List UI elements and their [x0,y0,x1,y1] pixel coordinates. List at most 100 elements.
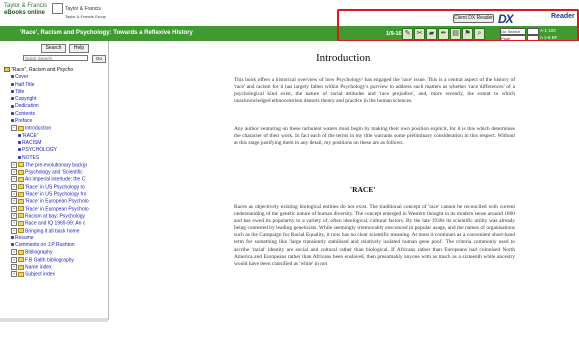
toc-item-label: RACISM [22,139,42,146]
publisher-line2: Taylor & Francis Group [65,14,106,19]
search-go-button[interactable] [527,28,539,35]
toc-item-label: Race and IQ 1969-99: An c [25,220,86,227]
toc-item[interactable]: + 'Race' in US Psychology to [4,183,106,191]
toc-item[interactable]: Dedication [4,103,106,110]
book-icon [4,67,10,73]
toc-item-label: Half Title [15,81,35,88]
help-button[interactable]: Help [69,44,89,53]
scissors-icon[interactable]: ✂ [414,28,425,40]
expand-icon[interactable]: + [11,191,17,198]
search-button[interactable]: Search [41,44,66,53]
toc-item-label: 'Race' in European Psycholo [25,198,89,205]
toc-item[interactable]: + 'Race' in European Psycholo [4,198,106,205]
expand-icon[interactable]: + [11,271,17,278]
folder-icon [18,169,24,175]
expand-icon[interactable]: + [11,176,17,183]
pencil-icon[interactable]: ✎ [402,28,413,40]
toc-item-label: Psychology and 'Scientific [25,169,83,176]
collapse-icon[interactable]: − [11,125,17,132]
expand-icon[interactable]: + [11,227,17,234]
folder-icon [18,184,24,190]
zoom-label-1[interactable]: A-1 100 [540,28,556,33]
toc-item[interactable]: + F.B Galth bibliography [4,256,106,264]
toc-item-label: 'Race' in European Psycholo [25,205,89,212]
toc-item[interactable]: + Racism at bay: Psychology [4,212,106,220]
expand-icon[interactable]: + [11,264,17,271]
pen-icon[interactable]: ✒ [438,28,449,40]
doc-icon [11,90,14,94]
toc-item[interactable]: 'RACE' [4,133,106,140]
folder-icon [18,228,24,234]
toc-item[interactable]: + 'Race' in US Psychology fro [4,191,106,198]
toc-item-label: Racism at bay: Psychology [25,213,86,220]
toc-item[interactable]: + Bringing it all back home [4,227,106,235]
toc-item[interactable]: Preface [4,118,106,125]
toc-item-label: Preface [15,118,33,125]
toc-item[interactable]: RACISM [4,140,106,147]
print-icon[interactable]: ▤ [450,28,461,40]
folder-icon [18,249,24,255]
toc-item[interactable]: Half Title [4,82,106,89]
page-title: Introduction [316,52,371,64]
toc-item[interactable]: Resume [4,235,106,242]
doc-icon [18,141,21,145]
toc-item[interactable]: Comments on J.P Rushton [4,242,106,249]
toc-item-label: Resume [15,234,34,241]
toc-item-label: Title [15,88,25,95]
toc-item[interactable]: PSYCHOLOGY [4,147,106,154]
toc-item-label: An imperial interlude: the C [25,176,86,183]
toc-item-label: "Race", Racism and Psycho [11,67,74,73]
toc-item[interactable]: Copyright [4,96,106,103]
toc-item[interactable]: + Psychology and 'Scientific [4,169,106,176]
expand-icon[interactable]: + [11,183,17,190]
toc-item[interactable]: "Race", Racism and Psycho [4,67,106,74]
toc-item[interactable]: − Introduction [4,125,106,132]
toc-item-label: 'RACE' [22,132,38,139]
toc-item[interactable]: NOTES [4,155,106,162]
highlighter-icon[interactable]: ▰ [426,28,437,40]
toc-item-label: 'Race' in US Psychology to [25,184,85,191]
expand-icon[interactable]: + [11,220,17,227]
sidebar-scrollbar[interactable] [0,318,108,322]
folder-icon [18,162,24,168]
toc-item-label: Subject index [25,271,56,278]
expand-icon[interactable]: + [11,205,17,212]
toc-item[interactable]: + Bibliography [4,249,106,256]
toc-item[interactable]: Contents [4,111,106,118]
toc-item[interactable]: Cover [4,74,106,81]
toc-item[interactable]: + Subject index [4,271,106,278]
toc-item[interactable]: + Name index [4,264,106,271]
folder-icon [18,271,24,277]
expand-icon[interactable]: + [11,256,17,263]
folder-icon [18,213,24,219]
zoom-label-2[interactable]: A 1-6 BF [540,35,558,40]
zoom-icon[interactable]: ⌕ [474,28,485,40]
toc-item-label: Introduction [25,125,52,132]
folder-icon [18,191,24,197]
bookmark-icon[interactable]: ⚑ [462,28,473,40]
brand-logo[interactable]: Taylor & Francis eBooks online [4,3,47,17]
toc-item[interactable]: + 'Race' in European Psycholo [4,205,106,213]
toc-item[interactable]: Title [4,89,106,96]
toc-item-label: Cover [15,74,29,81]
go-button[interactable]: Go [92,55,106,63]
toc-item-label: Comments on J.P Rushton [15,242,75,249]
expand-icon[interactable]: + [11,212,17,219]
expand-icon[interactable]: + [11,161,17,168]
folder-icon [18,257,24,263]
dx-logo: DX [498,12,514,26]
quick-search-input[interactable]: Quick Search [23,55,88,61]
toc-item[interactable]: + The pre-evolutionary backgr [4,161,106,169]
expand-icon[interactable]: + [11,249,17,256]
expand-icon[interactable]: + [11,198,17,205]
toc-item[interactable]: + An imperial interlude: the C [4,176,106,183]
toc-item[interactable]: + Race and IQ 1969-99: An c [4,220,106,227]
toolbar-search-input[interactable]: Go Search [500,28,526,35]
doc-icon [18,155,21,159]
dx-reader-label: Reader [551,13,575,20]
folder-icon [18,206,24,212]
doc-icon [18,148,21,152]
expand-icon[interactable]: + [11,169,17,176]
client-reader-button[interactable]: Client DX Reader [453,14,494,23]
folder-icon [18,264,24,270]
